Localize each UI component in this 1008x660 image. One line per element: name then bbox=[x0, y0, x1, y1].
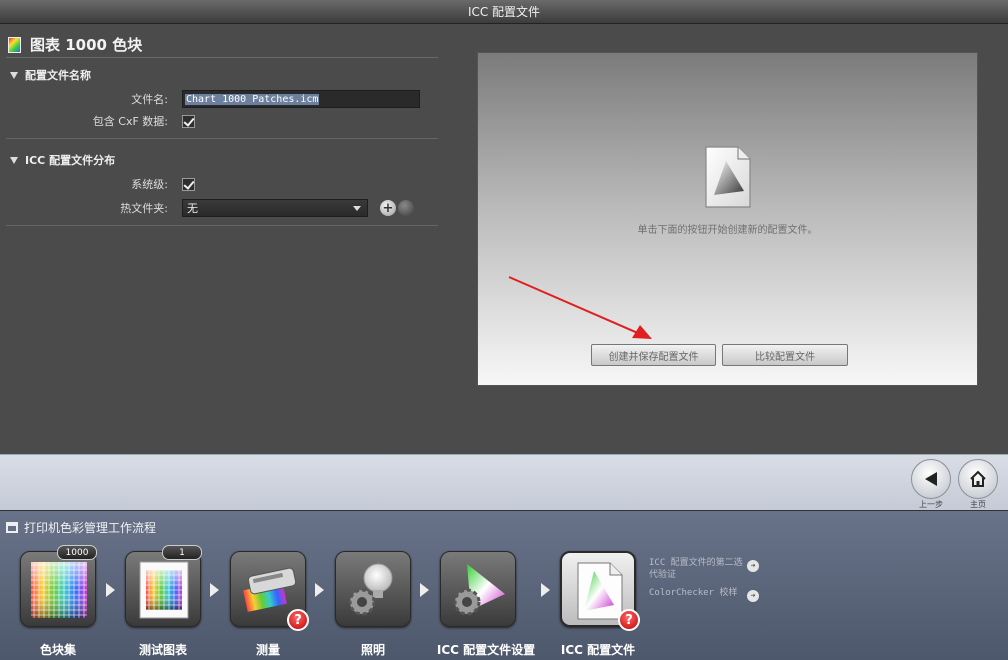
filename-label: 文件名: bbox=[131, 93, 168, 106]
home-button[interactable] bbox=[958, 459, 998, 499]
step-label: 色块集 bbox=[39, 643, 76, 657]
section-profile-name[interactable]: 配置文件名称 bbox=[6, 62, 438, 88]
warning-question-icon: ? bbox=[618, 609, 640, 631]
section-distribution[interactable]: ICC 配置文件分布 bbox=[6, 147, 438, 173]
divider bbox=[6, 225, 438, 226]
window-title-bar: ICC 配置文件 bbox=[0, 0, 1008, 24]
warning-question-icon: ? bbox=[287, 609, 309, 631]
colorchecker-proof-link[interactable]: ColorChecker 校样 ➜ bbox=[649, 587, 759, 602]
page-title: 图表 1000 色块 bbox=[6, 32, 438, 58]
step-test-chart[interactable] bbox=[125, 551, 201, 627]
link-text: ColorChecker 校样 bbox=[649, 588, 738, 598]
back-arrow-icon bbox=[925, 472, 937, 486]
divider bbox=[6, 138, 438, 139]
step-icc-profile-settings[interactable] bbox=[440, 551, 516, 627]
play-arrow-icon bbox=[106, 583, 115, 597]
home-label: 主页 bbox=[970, 500, 986, 509]
remove-hot-folder-button[interactable] bbox=[398, 200, 414, 216]
play-arrow-icon bbox=[315, 583, 324, 597]
gamut-gear-icon bbox=[453, 564, 505, 616]
step-label: ICC 配置文件 bbox=[560, 643, 636, 657]
main-area: 图表 1000 色块 配置文件名称 文件名: Chart 1000 Patche… bbox=[0, 24, 1008, 454]
patch-set-icon bbox=[31, 562, 87, 618]
system-level-label: 系统级: bbox=[131, 178, 168, 191]
document-icon bbox=[705, 146, 751, 208]
collapse-triangle-icon[interactable] bbox=[10, 156, 18, 164]
step-label: 测量 bbox=[255, 643, 280, 657]
preview-hint: 单击下面的按钮开始创建新的配置文件。 bbox=[637, 225, 818, 236]
settings-panel: 图表 1000 色块 配置文件名称 文件名: Chart 1000 Patche… bbox=[6, 32, 438, 226]
system-level-checkbox[interactable] bbox=[182, 177, 195, 191]
plus-icon: + bbox=[382, 200, 394, 216]
include-cxf-checkbox[interactable] bbox=[182, 114, 195, 128]
include-cxf-row: 包含 CxF 数据: bbox=[6, 110, 438, 132]
section-heading: ICC 配置文件分布 bbox=[25, 154, 116, 167]
collapse-triangle-icon[interactable] bbox=[10, 71, 18, 79]
add-hot-folder-button[interactable]: + bbox=[380, 200, 396, 216]
arrow-right-icon[interactable]: ➜ bbox=[747, 560, 759, 572]
create-save-profile-button[interactable]: 创建并保存配置文件 bbox=[591, 344, 716, 366]
link-text: ICC 配置文件的第二选代验证 bbox=[649, 558, 743, 580]
step-label: 测试图表 bbox=[138, 643, 187, 657]
step-illumination[interactable] bbox=[335, 551, 411, 627]
play-arrow-icon bbox=[210, 583, 219, 597]
workflow-bar: 打印机色彩管理工作流程 1000 色块集 1 测试图表 ? 测量 照明 ICC … bbox=[0, 510, 1008, 660]
hot-folder-value: 无 bbox=[187, 202, 198, 215]
step-patch-set[interactable] bbox=[20, 551, 96, 627]
step-label: ICC 配置文件设置 bbox=[436, 643, 536, 657]
test-chart-icon bbox=[139, 561, 189, 619]
profile-preview-panel: 单击下面的按钮开始创建新的配置文件。 创建并保存配置文件 比较配置文件 bbox=[477, 52, 978, 386]
back-label: 上一步 bbox=[919, 500, 943, 509]
chart-count-badge: 1 bbox=[162, 545, 202, 560]
extra-workflow-links: ICC 配置文件的第二选代验证 ➜ ColorChecker 校样 ➜ bbox=[649, 557, 759, 605]
hot-folder-select[interactable]: 无 bbox=[182, 199, 368, 217]
back-button[interactable] bbox=[911, 459, 951, 499]
page-title-text: 图表 1000 色块 bbox=[30, 36, 143, 54]
filename-input[interactable]: Chart 1000 Patches.icm bbox=[182, 90, 420, 108]
printer-icon bbox=[6, 522, 18, 533]
arrow-right-icon[interactable]: ➜ bbox=[747, 590, 759, 602]
navigation-strip: 上一步 主页 bbox=[0, 454, 1008, 510]
second-iteration-link[interactable]: ICC 配置文件的第二选代验证 ➜ bbox=[649, 557, 759, 581]
step-label: 照明 bbox=[360, 643, 385, 657]
hot-folder-row: 热文件夹: 无 + bbox=[6, 197, 438, 219]
filename-row: 文件名: Chart 1000 Patches.icm bbox=[6, 88, 438, 110]
section-heading: 配置文件名称 bbox=[25, 69, 91, 82]
include-cxf-label: 包含 CxF 数据: bbox=[92, 115, 168, 128]
window-title: ICC 配置文件 bbox=[467, 5, 541, 19]
play-arrow-icon bbox=[541, 583, 550, 597]
home-icon bbox=[970, 470, 986, 487]
workflow-title: 打印机色彩管理工作流程 bbox=[6, 519, 156, 536]
chart-icon bbox=[8, 36, 21, 53]
patch-count-badge: 1000 bbox=[57, 545, 97, 560]
chevron-down-icon bbox=[353, 206, 361, 211]
system-level-row: 系统级: bbox=[6, 173, 438, 195]
lightbulb-gear-icon bbox=[348, 563, 393, 616]
compare-profile-button[interactable]: 比较配置文件 bbox=[722, 344, 848, 366]
hot-folder-label: 热文件夹: bbox=[120, 202, 168, 215]
workflow-title-text: 打印机色彩管理工作流程 bbox=[24, 521, 157, 535]
filename-value: Chart 1000 Patches.icm bbox=[185, 93, 320, 105]
play-arrow-icon bbox=[420, 583, 429, 597]
